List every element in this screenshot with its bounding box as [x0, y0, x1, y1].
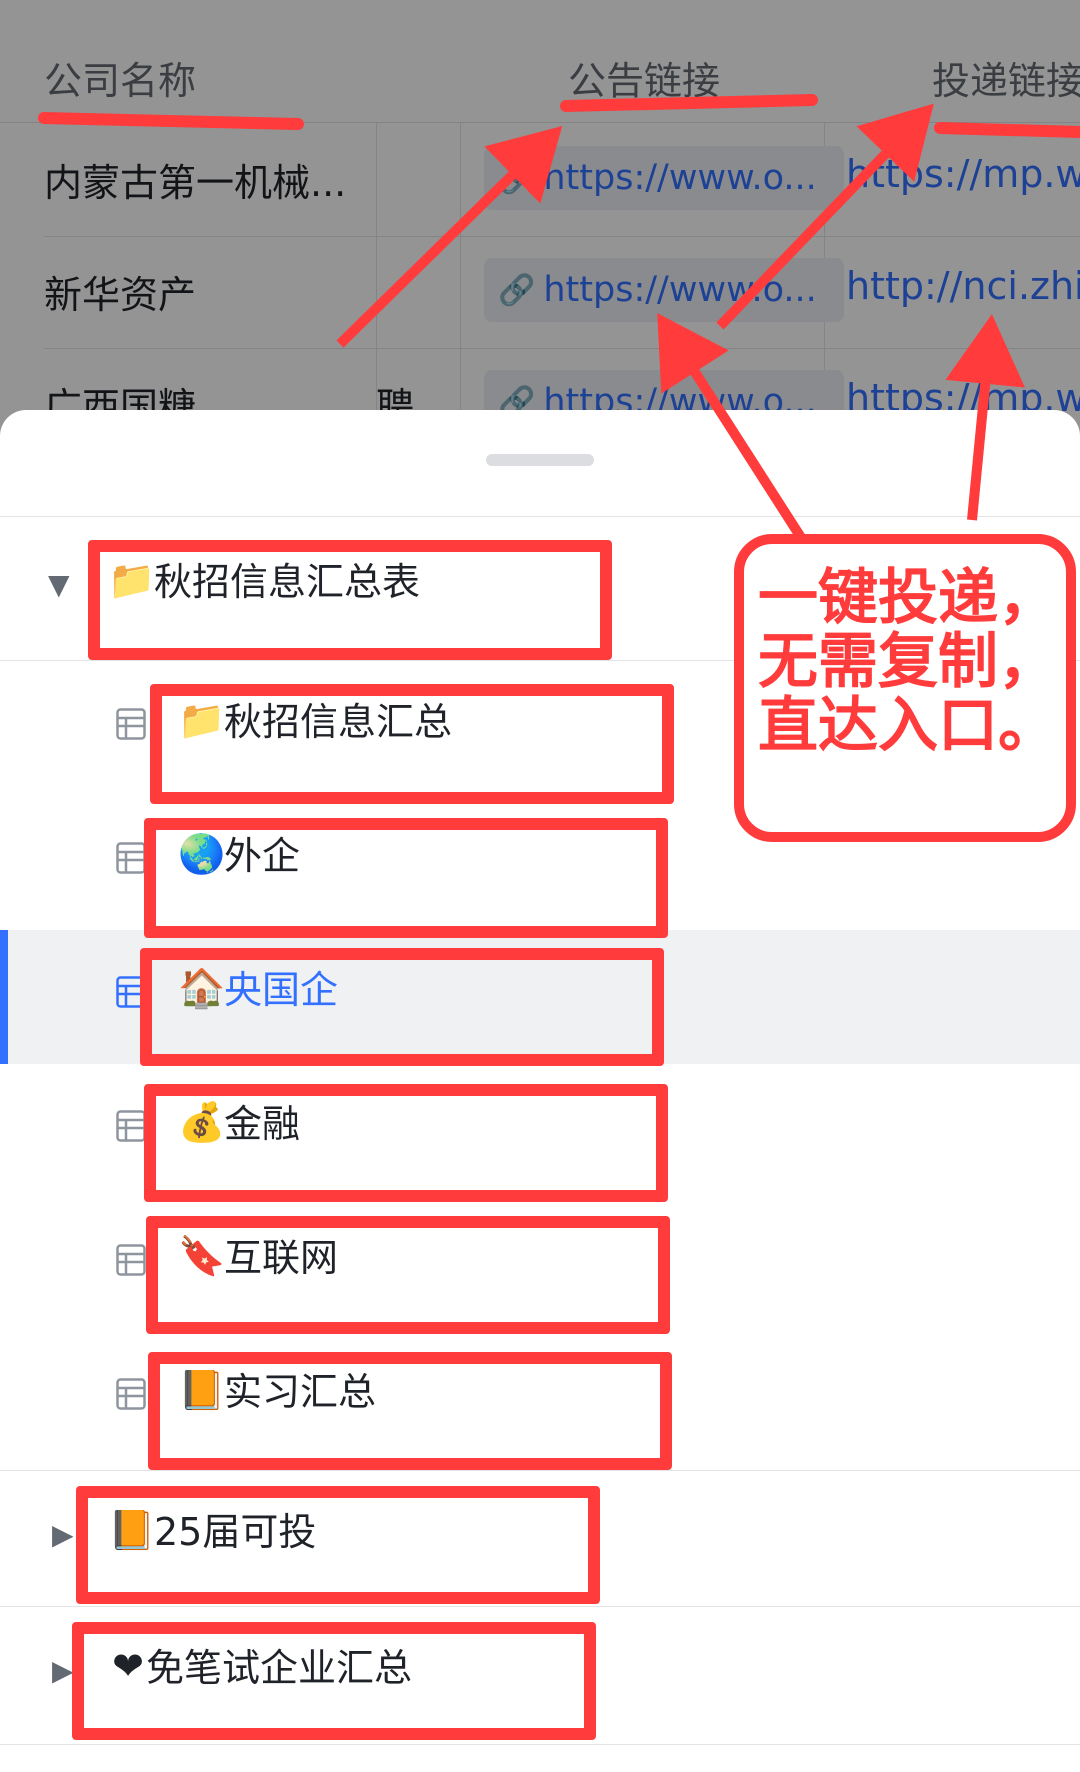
table-icon — [116, 976, 146, 1008]
table-icon — [116, 1110, 146, 1142]
heart-icon: ❤ — [112, 1644, 144, 1688]
tree-node-label: 互联网 — [224, 1236, 339, 1280]
book-icon: 📙 — [178, 1368, 226, 1412]
tree-node-table[interactable]: 📙 实习汇总 — [0, 1332, 1080, 1466]
drag-handle[interactable] — [486, 454, 594, 466]
bookmark-icon: 🔖 — [178, 1234, 226, 1278]
tree-node-label: 实习汇总 — [224, 1370, 377, 1414]
tree-node-table[interactable]: 📁 秋招信息汇总 — [0, 662, 1080, 796]
modal-dim-overlay[interactable] — [0, 0, 1080, 440]
tree-node-table-selected[interactable]: 🏠 央国企 — [0, 930, 1080, 1064]
folder-icon: 📁 — [108, 558, 156, 602]
divider — [0, 1606, 1080, 1607]
tree-node-folder[interactable]: ▼ 📁 秋招信息汇总表 — [0, 522, 1080, 656]
tree-node-label: 外企 — [224, 834, 301, 878]
tree-node-label: 秋招信息汇总表 — [154, 560, 421, 604]
tree-node-table[interactable]: 🌏 外企 — [0, 796, 1080, 930]
caret-right-icon[interactable]: ▶ — [52, 1518, 74, 1551]
table-icon — [116, 708, 146, 740]
divider — [0, 660, 1080, 661]
folder-icon: 📁 — [178, 698, 226, 742]
tree-node-folder[interactable]: ▶ ❤ 免笔试企业汇总 — [0, 1608, 1080, 1742]
tree-node-label: 央国企 — [224, 968, 339, 1012]
table-icon — [116, 1244, 146, 1276]
tree-node-label: 金融 — [224, 1102, 301, 1146]
selection-indicator — [0, 930, 8, 1064]
globe-icon: 🌏 — [178, 832, 226, 876]
tree-node-label: 秋招信息汇总 — [224, 700, 453, 744]
book-icon: 📙 — [108, 1508, 156, 1552]
caret-down-icon[interactable]: ▼ — [48, 568, 70, 601]
house-icon: 🏠 — [178, 966, 226, 1010]
table-icon — [116, 842, 146, 874]
divider — [0, 1744, 1080, 1745]
divider — [0, 1470, 1080, 1471]
money-bag-icon: 💰 — [178, 1100, 226, 1144]
table-navigator-sheet: ▼ 📁 秋招信息汇总表 📁 秋招信息汇总 🌏 外企 🏠 央国企 💰 金融 🔖 互… — [0, 410, 1080, 1772]
tree-node-folder[interactable]: ▶ 📙 25届可投 — [0, 1472, 1080, 1606]
table-icon — [116, 1378, 146, 1410]
tree-node-table[interactable]: 🔖 互联网 — [0, 1198, 1080, 1332]
caret-right-icon[interactable]: ▶ — [52, 1654, 74, 1687]
divider — [0, 516, 1080, 517]
tree-node-label: 25届可投 — [154, 1510, 317, 1554]
tree-node-label: 免笔试企业汇总 — [146, 1646, 413, 1690]
background-table: 公司名称 公告链接 投递链接 内蒙古第一机械... 🔗 https://www.… — [0, 0, 1080, 440]
tree-node-table[interactable]: 💰 金融 — [0, 1064, 1080, 1198]
